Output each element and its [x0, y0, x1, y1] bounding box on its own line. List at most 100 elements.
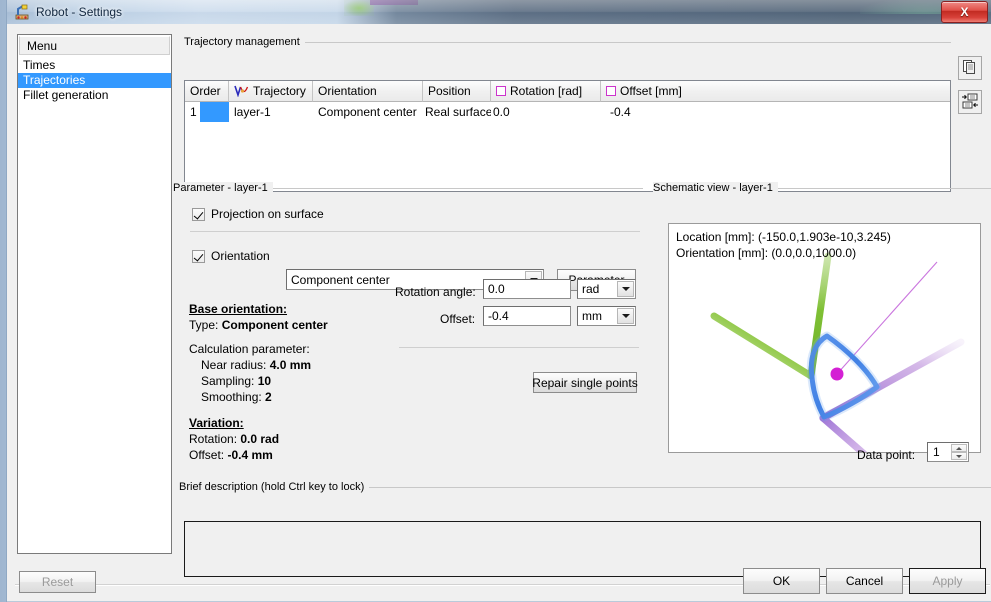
reset-button[interactable]: Reset [19, 571, 96, 593]
sidebar-item-times[interactable]: Times [18, 58, 171, 73]
parameter-divider-1 [190, 231, 640, 232]
close-button[interactable]: X [941, 1, 988, 23]
column-header-trajectory-label: Trajectory [253, 84, 306, 98]
table-header-row: Order Trajectory Orientation Position Ro… [185, 81, 950, 102]
parameter-divider-2 [399, 347, 639, 348]
schematic-orientation-value: (0.0,0.0,1000.0) [771, 246, 857, 260]
column-header-offset-label: Offset [mm] [620, 84, 682, 98]
cell-order-value: 1 [185, 102, 200, 122]
trajectory-management-title: Trajectory management [184, 36, 305, 48]
schematic-location-value: (-150.0,1.903e-10,3.245) [758, 230, 891, 244]
projection-on-surface-label: Projection on surface [211, 207, 324, 221]
column-header-rotation-label: Rotation [rad] [510, 84, 583, 98]
calc-smoothing-value: 2 [265, 390, 272, 404]
data-point-label: Data point: [857, 448, 916, 462]
schematic-location-label: Location [mm]: [676, 230, 755, 244]
rotation-angle-unit-combo[interactable]: rad [577, 279, 636, 299]
menu-header: Menu [19, 36, 170, 55]
title-bar[interactable]: Robot - Settings X [7, 0, 991, 24]
apply-button[interactable]: Apply [909, 568, 986, 594]
duplicate-trajectory-button[interactable] [958, 56, 982, 80]
column-header-offset[interactable]: Offset [mm] [601, 81, 950, 102]
base-orientation-type-value: Component center [221, 318, 328, 332]
variation-heading: Variation: [189, 416, 244, 430]
stepper-buttons[interactable] [951, 444, 967, 460]
table-row[interactable]: 1 layer-1 Component center Real surface … [185, 102, 950, 122]
column-header-rotation[interactable]: Rotation [rad] [491, 81, 601, 102]
calc-smoothing-label: Smoothing: [201, 390, 262, 404]
description-group: Brief description (hold Ctrl key to lock… [179, 481, 991, 495]
calculation-parameter-heading: Calculation parameter: [189, 342, 310, 356]
reorder-trajectory-button[interactable] [958, 90, 982, 114]
cell-offset[interactable]: -0.4 [601, 102, 950, 122]
column-header-trajectory[interactable]: Trajectory [229, 81, 313, 102]
parameter-group: Parameter - layer-1 [173, 182, 643, 196]
repair-single-points-button[interactable]: Repair single points [532, 372, 638, 393]
schematic-view-group: Schematic view - layer-1 [653, 182, 991, 196]
parameter-group-title: Parameter - layer-1 [173, 182, 273, 194]
offset-label: Offset: [440, 312, 476, 326]
copy-pages-icon [962, 59, 978, 78]
trajectory-management-group: Trajectory management [184, 36, 951, 50]
checkbox-box [192, 207, 205, 221]
sidebar-item-fillet-generation[interactable]: Fillet generation [18, 88, 171, 103]
projection-on-surface-checkbox[interactable]: Projection on surface [192, 207, 324, 221]
description-group-title: Brief description (hold Ctrl key to lock… [179, 481, 370, 493]
trajectory-table[interactable]: Order Trajectory Orientation Position Ro… [184, 80, 951, 192]
chevron-down-icon[interactable] [617, 281, 634, 297]
schematic-view-canvas[interactable]: Location [mm]: (-150.0,1.903e-10,3.245) … [668, 223, 981, 453]
calc-sampling: Sampling: 10 [189, 374, 328, 388]
schematic-location-line: Location [mm]: (-150.0,1.903e-10,3.245) [676, 230, 891, 244]
calc-sampling-label: Sampling: [201, 374, 255, 388]
schematic-orientation-label: Orientation [mm]: [676, 246, 769, 260]
orientation-checkbox[interactable]: Orientation [192, 249, 270, 263]
trajectory-curve-icon [234, 85, 250, 98]
base-orientation-heading: Base orientation: [189, 302, 288, 316]
cell-trajectory[interactable]: layer-1 [229, 102, 313, 122]
stepper-up-icon[interactable] [951, 444, 967, 452]
offset-square-icon [606, 86, 616, 96]
rotation-square-icon [496, 86, 506, 96]
offset-unit-value: mm [582, 309, 602, 323]
variation-offset-value: -0.4 mm [227, 448, 273, 462]
orientation-label: Orientation [211, 249, 270, 263]
robot-icon [14, 4, 30, 20]
variation-rotation-label: Rotation: [189, 432, 238, 446]
offset-unit-combo[interactable]: mm [577, 306, 636, 326]
base-orientation-block: Base orientation: Type: Component center… [189, 302, 328, 462]
cell-rotation[interactable]: 0.0 [491, 102, 601, 122]
rotation-angle-unit-value: rad [582, 282, 600, 296]
column-header-position[interactable]: Position [423, 81, 491, 102]
rotation-angle-input[interactable]: 0.0 [483, 279, 571, 299]
screen-root: Robot - Settings X Menu Times Trajectori… [0, 0, 991, 602]
data-point-value: 1 [933, 445, 940, 459]
sidebar-item-trajectories[interactable]: Trajectories [18, 73, 171, 88]
calc-near-radius: Near radius: 4.0 mm [189, 358, 328, 372]
base-orientation-type: Type: Component center [189, 318, 328, 332]
ok-button[interactable]: OK [743, 568, 820, 594]
checkbox-box [192, 249, 205, 263]
column-header-orientation[interactable]: Orientation [313, 81, 423, 102]
menu-panel: Menu Times Trajectories Fillet generatio… [17, 34, 172, 554]
stepper-down-icon[interactable] [951, 452, 967, 460]
variation-rotation: Rotation: 0.0 rad [189, 432, 328, 446]
variation-rotation-value: 0.0 rad [240, 432, 280, 446]
data-point-marker [830, 367, 844, 381]
calc-near-radius-label: Near radius: [201, 358, 267, 372]
cell-position[interactable]: Real surface [423, 102, 491, 122]
cancel-button[interactable]: Cancel [826, 568, 903, 594]
row-selection-highlight [199, 102, 229, 122]
base-orientation-type-label: Type: [189, 318, 219, 332]
cell-order[interactable]: 1 [185, 102, 229, 122]
offset-input[interactable]: -0.4 [483, 306, 571, 326]
data-point-stepper[interactable]: 1 [927, 442, 969, 462]
calc-smoothing: Smoothing: 2 [189, 390, 328, 404]
rotation-angle-label: Rotation angle: [395, 285, 476, 299]
swap-rows-icon [961, 93, 979, 112]
cell-orientation[interactable]: Component center [313, 102, 423, 122]
client-area: Menu Times Trajectories Fillet generatio… [7, 24, 991, 602]
chevron-down-icon[interactable] [617, 308, 634, 324]
variation-offset: Offset: -0.4 mm [189, 448, 328, 462]
column-header-order[interactable]: Order [185, 81, 229, 102]
calc-near-radius-value: 4.0 mm [269, 358, 312, 372]
